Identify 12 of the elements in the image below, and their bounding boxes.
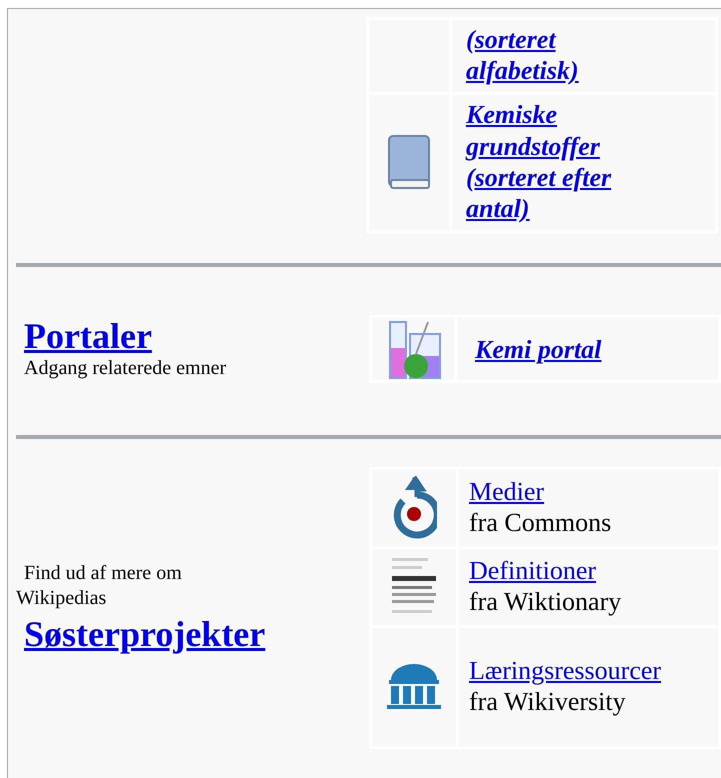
source-label: fra Wikiversity	[469, 686, 627, 718]
link[interactable]: Læringsressourcer	[469, 655, 710, 686]
section-subtitle: Adgang relaterede emner	[24, 356, 228, 382]
source-label: fra Wiktionary	[469, 586, 622, 618]
intro-text: Find ud af mere om Wikipedias	[16, 561, 183, 612]
link[interactable]: Medier	[469, 476, 710, 508]
university-icon	[385, 664, 443, 710]
section-title-link[interactable]: Portaler	[24, 316, 152, 356]
section-title-link[interactable]: Søsterprojekter	[24, 614, 266, 654]
link[interactable]: Definitioner	[469, 555, 710, 586]
book-icon	[385, 134, 433, 192]
source-label: fra Commons	[469, 507, 612, 540]
